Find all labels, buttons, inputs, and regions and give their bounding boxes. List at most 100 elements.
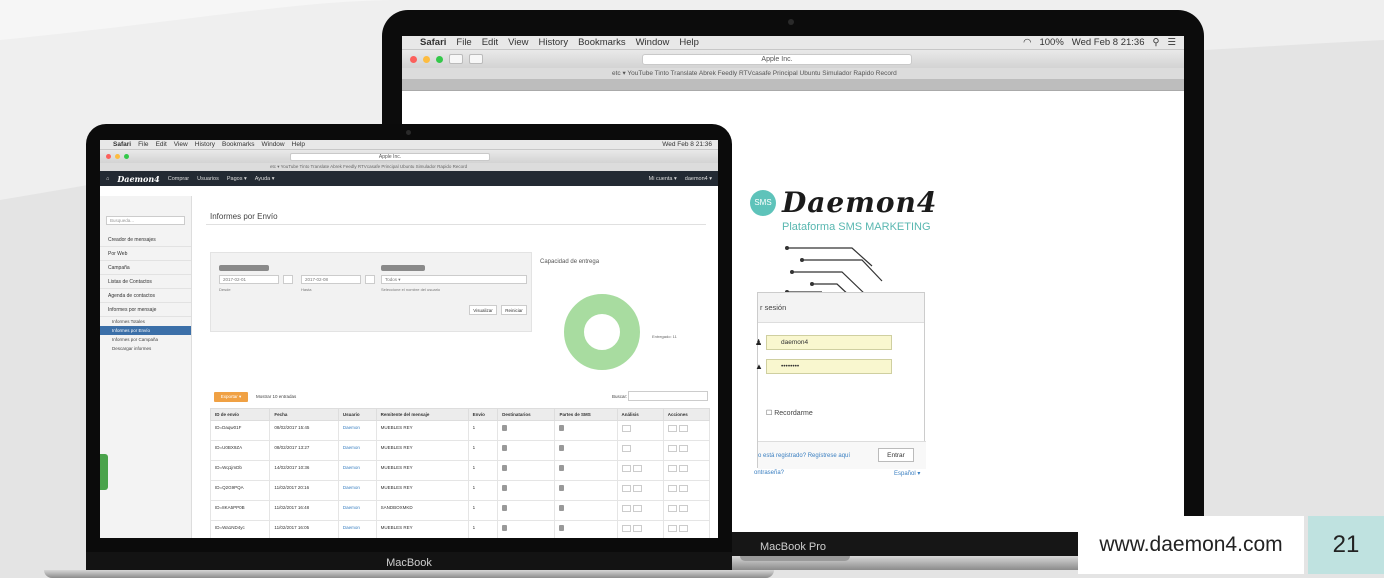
menu-edit[interactable]: Edit — [482, 37, 498, 48]
menu-file[interactable]: File — [138, 141, 148, 148]
menu-edit[interactable]: Edit — [156, 141, 167, 148]
cell-partes[interactable] — [554, 520, 618, 538]
col-usuario[interactable]: Usuario — [337, 408, 377, 421]
download-icon[interactable] — [678, 465, 688, 472]
sidebar-sub-totales[interactable]: Informes Totales — [100, 317, 191, 326]
sidebar-item-agenda[interactable]: Agenda de contactos — [100, 289, 191, 303]
app-brand[interactable]: Daemon4 — [117, 174, 159, 184]
col-envio[interactable]: Envío — [467, 408, 499, 421]
username-field[interactable]: ♟ daemon4 — [755, 335, 892, 350]
cell-user[interactable]: Daemon — [337, 420, 377, 441]
sidebar-sub-campana[interactable]: Informes por Campaña — [100, 335, 191, 344]
cell-destinatarios[interactable] — [497, 500, 556, 521]
clock[interactable]: Wed Feb 8 21:36 — [662, 141, 712, 148]
file-icon[interactable] — [502, 525, 508, 531]
close-window-icon[interactable] — [106, 154, 111, 159]
download-icon[interactable] — [678, 425, 688, 432]
cell-acciones[interactable] — [662, 440, 711, 461]
list-icon[interactable] — [632, 465, 642, 472]
menu-app[interactable]: Safari — [113, 141, 131, 148]
home-icon[interactable]: ⌂ — [106, 176, 109, 182]
minimize-window-icon[interactable] — [115, 154, 120, 159]
sidebar-item-creador[interactable]: Creador de mensajes — [100, 233, 191, 247]
cell-destinatarios[interactable] — [497, 480, 556, 501]
sidebar-item-campana[interactable]: Campaña — [100, 261, 191, 275]
sidebar-item-listas[interactable]: Listas de Contactos — [100, 275, 191, 289]
download-icon[interactable] — [678, 485, 688, 492]
cell-user[interactable]: Daemon — [337, 520, 377, 538]
cell-acciones[interactable] — [662, 460, 711, 481]
cell-partes[interactable] — [554, 500, 618, 521]
cell-analisis[interactable] — [616, 480, 664, 501]
menu-history[interactable]: History — [195, 141, 215, 148]
file-icon[interactable] — [559, 465, 565, 471]
register-link[interactable]: o está registrado? Regístrese aquí — [758, 453, 850, 459]
menu-app[interactable]: Safari — [420, 37, 446, 48]
file-icon[interactable] — [502, 445, 508, 451]
zoom-window-icon[interactable] — [436, 55, 443, 63]
menu-window[interactable]: Window — [262, 141, 285, 148]
cell-partes[interactable] — [554, 420, 618, 441]
menu-bookmarks[interactable]: Bookmarks — [222, 141, 255, 148]
cell-analisis[interactable] — [616, 420, 664, 441]
cell-destinatarios[interactable] — [497, 420, 556, 441]
chart-icon[interactable] — [621, 505, 631, 512]
file-icon[interactable] — [559, 425, 565, 431]
sidebar-item-informes[interactable]: Informes por mensaje — [100, 303, 191, 317]
calendar-icon[interactable] — [365, 275, 375, 284]
sidebar-sub-descargar[interactable]: Descargar informes — [100, 344, 191, 353]
menu-help[interactable]: Help — [292, 141, 305, 148]
sidebar-sub-envio[interactable]: Informes por Envío — [100, 326, 191, 335]
nav-usuarios[interactable]: Usuarios — [197, 176, 219, 182]
file-icon[interactable] — [502, 465, 508, 471]
view-icon[interactable] — [667, 445, 677, 452]
date-to-input[interactable]: 2017-02-08 — [301, 275, 361, 284]
col-destinatarios[interactable]: Destinatarios — [497, 408, 556, 421]
menu-history[interactable]: History — [539, 37, 569, 48]
download-icon[interactable] — [678, 525, 688, 532]
visualizar-button[interactable]: Visualizar — [469, 305, 497, 315]
view-icon[interactable] — [667, 505, 677, 512]
forgot-password-link[interactable]: ontraseña? — [754, 470, 784, 476]
download-icon[interactable] — [678, 445, 688, 452]
list-icon[interactable] — [632, 525, 642, 532]
nav-ayuda[interactable]: Ayuda ▾ — [255, 176, 275, 182]
reiniciar-button[interactable]: Reiniciar — [501, 305, 527, 315]
file-icon[interactable] — [502, 505, 508, 511]
zoom-window-icon[interactable] — [124, 154, 129, 159]
cell-user[interactable]: Daemon — [337, 460, 377, 481]
password-field[interactable]: ▲ •••••••• — [755, 359, 892, 374]
chart-icon[interactable] — [621, 465, 631, 472]
cell-partes[interactable] — [554, 440, 618, 461]
view-icon[interactable] — [667, 525, 677, 532]
menu-file[interactable]: File — [456, 37, 471, 48]
date-from-input[interactable]: 2017-02-01 — [219, 275, 279, 284]
sidebar-button[interactable] — [469, 54, 483, 64]
col-analisis[interactable]: Análisis — [616, 408, 664, 421]
cell-analisis[interactable] — [616, 520, 664, 538]
chart-icon[interactable] — [621, 445, 631, 452]
cell-acciones[interactable] — [662, 500, 711, 521]
close-window-icon[interactable] — [410, 55, 417, 63]
cell-partes[interactable] — [554, 480, 618, 501]
file-icon[interactable] — [559, 445, 565, 451]
cell-acciones[interactable] — [662, 480, 711, 501]
file-icon[interactable] — [559, 505, 565, 511]
col-remitente[interactable]: Remitente del mensaje — [375, 408, 469, 421]
cell-destinatarios[interactable] — [497, 440, 556, 461]
cell-analisis[interactable] — [616, 500, 664, 521]
list-icon[interactable] — [632, 485, 642, 492]
bookmarks-bar[interactable]: etc ▾ YouTube Tinto Translate Abrek Feed… — [100, 163, 718, 171]
table-search-input[interactable] — [628, 391, 708, 401]
calendar-icon[interactable] — [283, 275, 293, 284]
file-icon[interactable] — [502, 485, 508, 491]
sidebar-search-input[interactable]: Busqueda... — [106, 216, 185, 225]
col-partes[interactable]: Partes de SMS — [554, 408, 618, 421]
clock[interactable]: Wed Feb 8 21:36 — [1072, 37, 1145, 48]
bookmarks-bar[interactable]: etc ▾ YouTube Tinto Translate Abrek Feed… — [402, 68, 1184, 79]
download-icon[interactable] — [678, 505, 688, 512]
col-id[interactable]: ID de envío — [209, 408, 271, 421]
back-button[interactable] — [449, 54, 463, 64]
battery-level[interactable]: 100% — [1039, 37, 1063, 48]
export-button[interactable]: Exportar ▾ — [214, 392, 248, 402]
